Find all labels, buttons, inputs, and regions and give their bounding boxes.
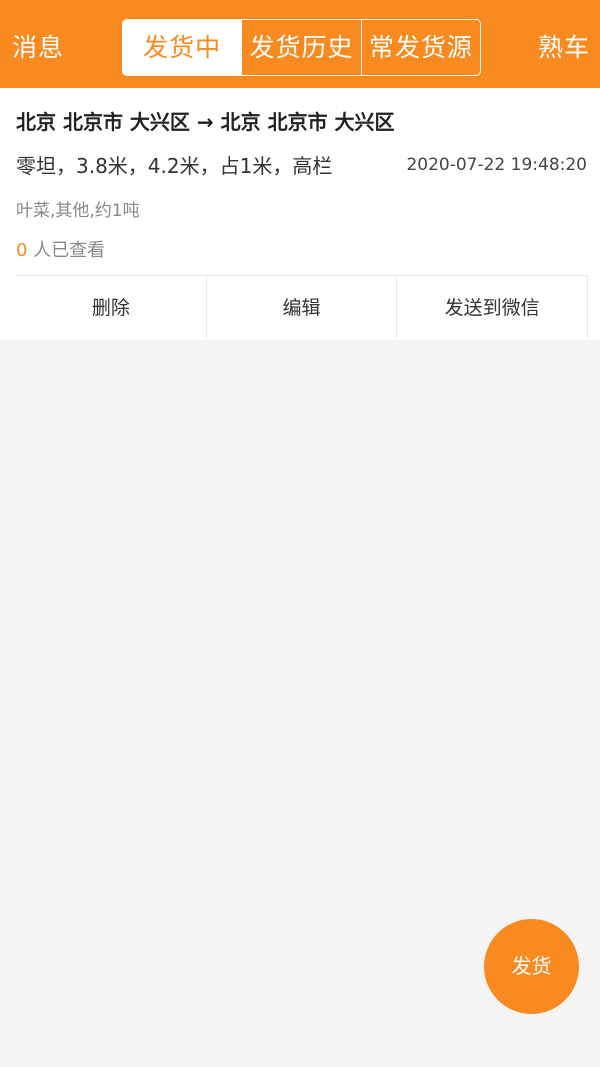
tab-shipping-history[interactable]: 发货历史 [241,20,360,75]
card-actions: 删除 编辑 发送到微信 [16,275,589,339]
view-count-number: 0 [16,240,28,261]
post-timestamp: 2020-07-22 19:48:20 [406,155,587,175]
vehicle-specs: 零坦，3.8米，4.2米，占1米，高栏 [16,154,333,178]
view-count-label: 人已查看 [33,240,106,261]
post-shipment-button[interactable]: 发货 [484,919,579,1014]
cargo-info: 叶菜,其他,约1吨 [16,201,140,221]
route-text: 北京 北京市 大兴区 → 北京 北京市 大兴区 [16,110,395,134]
messages-button[interactable]: 消息 [12,0,64,88]
view-count: 0 人已查看 [16,236,105,262]
tab-group: 发货中 发货历史 常发货源 [122,19,481,76]
familiar-vehicles-button[interactable]: 熟车 [538,0,590,88]
send-to-wechat-button[interactable]: 发送到微信 [397,276,589,339]
top-bar: 消息 发货中 发货历史 常发货源 熟车 [0,0,600,88]
delete-button[interactable]: 删除 [16,276,207,339]
tab-shipping[interactable]: 发货中 [123,20,242,75]
edit-button[interactable]: 编辑 [207,276,398,339]
tab-frequent-sources[interactable]: 常发货源 [360,20,480,75]
